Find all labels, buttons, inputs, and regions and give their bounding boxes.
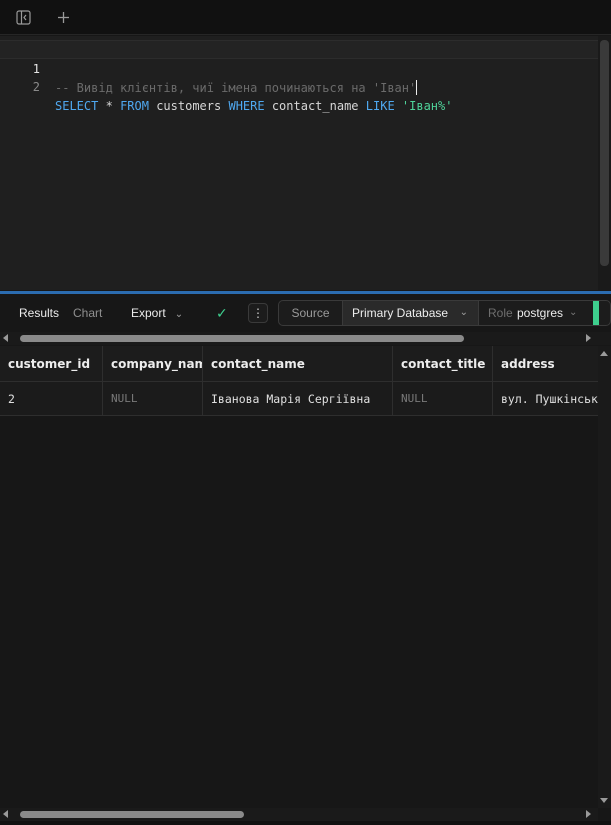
table-cell[interactable]: 2: [0, 382, 103, 415]
run-indicator: [593, 301, 599, 325]
column-header[interactable]: customer_id: [0, 346, 103, 381]
chevron-down-icon: ⌄: [569, 307, 578, 318]
sql-keyword: FROM: [120, 99, 149, 113]
role-label: Role: [488, 306, 513, 320]
source-label[interactable]: Source: [279, 301, 343, 325]
export-button[interactable]: Export ⌄: [131, 294, 183, 332]
check-icon[interactable]: ✓: [216, 294, 228, 332]
vertical-dots-icon: ⋮: [252, 306, 264, 320]
results-toolbar: Results Chart Export ⌄ ✓ ⋮ Source Primary…: [0, 294, 611, 332]
code-line-2[interactable]: 2 SELECT * FROM customers WHERE contact_…: [0, 59, 598, 113]
grid-vertical-scrollbar[interactable]: [598, 346, 611, 808]
scroll-right-icon[interactable]: [586, 334, 591, 342]
grid-header: customer_id company_name contact_name co…: [0, 346, 598, 382]
top-bar: [0, 0, 611, 35]
database-dropdown[interactable]: Primary Database ⌄: [343, 301, 479, 325]
text-cursor: [416, 80, 418, 95]
scroll-left-icon[interactable]: [3, 810, 8, 818]
sql-operator: *: [105, 99, 113, 113]
tab-chart[interactable]: Chart: [73, 294, 102, 332]
database-name: Primary Database: [352, 306, 449, 320]
column-header[interactable]: company_name: [103, 346, 203, 381]
scrollbar-thumb[interactable]: [20, 811, 244, 818]
code-text: -- Вивід клієнтів, чиї імена починаються…: [55, 79, 418, 98]
column-header[interactable]: address: [493, 346, 598, 381]
chevron-down-icon: ⌄: [174, 309, 184, 320]
results-grid: customer_id company_name contact_name co…: [0, 346, 598, 808]
toolbar-horizontal-scrollbar[interactable]: [0, 332, 611, 345]
tab-results[interactable]: Results: [19, 294, 59, 332]
table-row[interactable]: 2 NULL Іванова Марія Сергіївна NULL вул.…: [0, 382, 598, 416]
column-header[interactable]: contact_name: [203, 346, 393, 381]
sql-identifier: customers: [156, 99, 222, 113]
editor-scrollbar[interactable]: [598, 36, 611, 290]
table-cell[interactable]: NULL: [103, 382, 203, 415]
line-number: 2: [32, 80, 40, 94]
code-line-1[interactable]: 1 -- Вивід клієнтів, чиї імена починають…: [0, 40, 598, 95]
sql-keyword: LIKE: [365, 99, 395, 113]
column-header[interactable]: contact_title: [393, 346, 493, 381]
sql-keyword: SELECT: [55, 99, 99, 113]
table-cell[interactable]: Іванова Марія Сергіївна: [203, 382, 393, 415]
sql-keyword: WHERE: [228, 99, 265, 113]
sidebar-toggle-icon[interactable]: [14, 8, 32, 26]
sql-comment: -- Вивід клієнтів, чиї імена починаються…: [55, 81, 417, 95]
table-cell[interactable]: NULL: [393, 382, 493, 415]
source-selector: Source Primary Database ⌄ Role postgres ⌄: [278, 300, 611, 326]
scrollbar-thumb[interactable]: [20, 335, 464, 342]
scroll-right-icon[interactable]: [586, 810, 591, 818]
sql-editor[interactable]: 1 -- Вивід клієнтів, чиї імена починають…: [0, 36, 611, 290]
role-dropdown[interactable]: postgres: [517, 301, 563, 325]
code-text: SELECT * FROM customers WHERE contact_na…: [55, 97, 452, 116]
editor-scrollbar-thumb[interactable]: [600, 40, 609, 266]
sql-identifier: contact_name: [271, 99, 359, 113]
scroll-left-icon[interactable]: [3, 334, 8, 342]
scroll-down-icon[interactable]: [600, 798, 608, 803]
sql-string: 'Іван%': [401, 99, 453, 113]
grid-horizontal-scrollbar[interactable]: [0, 808, 598, 821]
more-options-button[interactable]: ⋮: [248, 303, 268, 323]
export-label: Export: [131, 306, 166, 320]
scroll-up-icon[interactable]: [600, 351, 608, 356]
chevron-down-icon: ⌄: [459, 307, 468, 318]
status-strip: [0, 821, 611, 825]
table-cell[interactable]: вул. Пушкінська: [493, 382, 598, 415]
plus-icon[interactable]: [54, 8, 72, 26]
